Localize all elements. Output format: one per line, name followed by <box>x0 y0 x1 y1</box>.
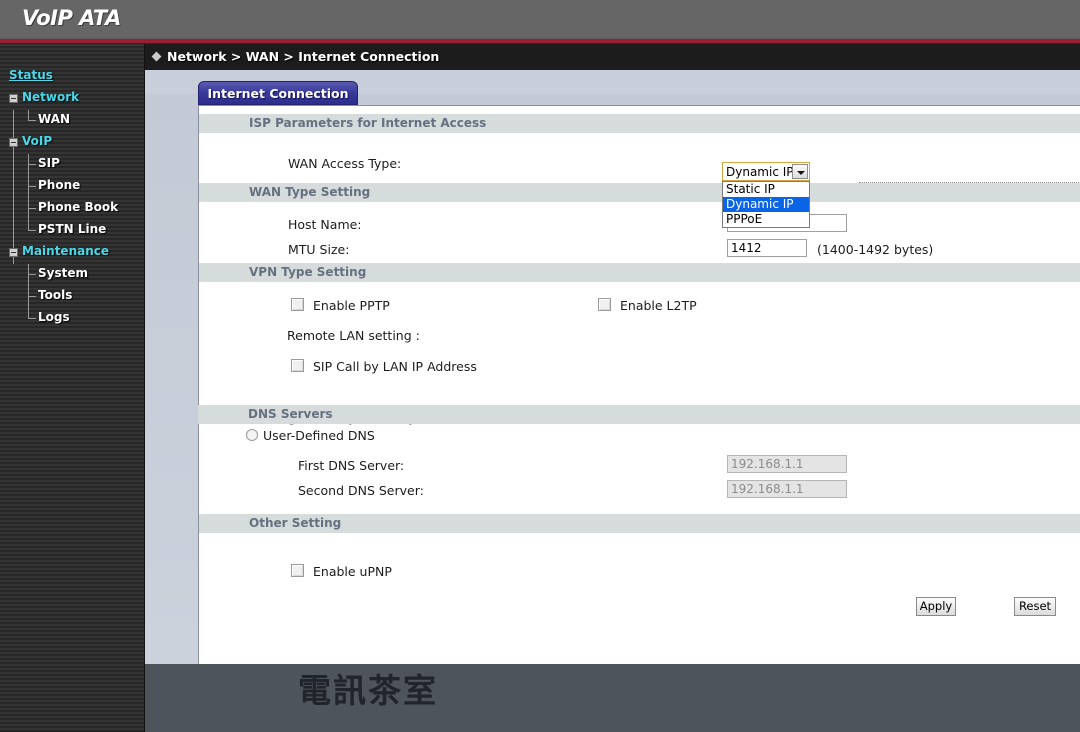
wan-access-type-value: Dynamic IP <box>726 165 794 179</box>
breadcrumb: Network > WAN > Internet Connection <box>167 49 440 64</box>
sidebar-item-network[interactable]: Network <box>0 88 145 110</box>
app-header: VoIP ATA <box>0 0 1080 38</box>
first-dns-server-label: First DNS Server: <box>298 458 405 473</box>
sidebar-item-voip[interactable]: VoIP <box>0 132 145 154</box>
tree-branch <box>28 120 36 121</box>
tree-branch <box>28 274 36 275</box>
tree-branch <box>28 208 36 209</box>
collapse-expander-icon[interactable] <box>9 94 18 103</box>
enable-l2tp-label: Enable L2TP <box>620 298 697 313</box>
section-header-vpn-type: VPN Type Setting <box>199 263 1080 282</box>
sidebar-item-tools[interactable]: Tools <box>0 286 145 308</box>
apply-button[interactable]: Apply <box>916 597 956 616</box>
tree-branch <box>28 264 29 286</box>
sidebar: Status Network WAN VoIP SIP Phone Phone … <box>0 44 145 732</box>
enable-pptp-checkbox[interactable] <box>291 298 304 311</box>
sidebar-item-label: Phone <box>38 178 81 192</box>
sip-call-by-lan-ip-label: SIP Call by LAN IP Address <box>313 359 477 374</box>
sidebar-item-status[interactable]: Status <box>0 66 145 88</box>
second-dns-server-input[interactable]: 192.168.1.1 <box>727 480 847 498</box>
diamond-icon <box>151 51 162 62</box>
tree-branch <box>28 286 29 308</box>
sidebar-item-system[interactable]: System <box>0 264 145 286</box>
sidebar-item-label: Maintenance <box>22 244 110 258</box>
sidebar-item-logs[interactable]: Logs <box>0 308 145 330</box>
tree-branch <box>28 154 29 176</box>
section-header-wan-type: WAN Type Setting <box>199 183 1080 202</box>
enable-upnp-label: Enable uPNP <box>313 564 392 579</box>
remote-lan-setting-label: Remote LAN setting : <box>287 328 420 343</box>
section-title: VPN Type Setting <box>249 265 367 279</box>
collapse-expander-icon[interactable] <box>9 248 18 257</box>
enable-l2tp-checkbox[interactable] <box>598 298 611 311</box>
sidebar-nav: Status Network WAN VoIP SIP Phone Phone … <box>0 66 145 330</box>
sidebar-item-label: VoIP <box>22 134 53 148</box>
option-pppoe[interactable]: PPPoE <box>723 212 809 227</box>
footer-divider <box>859 182 1080 183</box>
section-title-dns: DNS Servers <box>248 407 333 421</box>
section-header-other: Other Setting <box>199 514 1080 533</box>
tree-stem <box>13 220 14 242</box>
wan-access-type-select[interactable]: Dynamic IP <box>722 162 810 181</box>
tree-branch <box>28 296 36 297</box>
tree-branch <box>28 230 36 231</box>
second-dns-server-label: Second DNS Server: <box>298 483 424 498</box>
section-title: Other Setting <box>249 516 342 530</box>
user-defined-dns-radio[interactable] <box>246 429 258 441</box>
sidebar-item-maintenance[interactable]: Maintenance <box>0 242 145 264</box>
wan-access-type-options[interactable]: Static IP Dynamic IP PPPoE <box>722 181 810 228</box>
first-dns-server-input[interactable]: 192.168.1.1 <box>727 455 847 473</box>
section-title: WAN Type Setting <box>249 185 371 199</box>
sidebar-item-phone-book[interactable]: Phone Book <box>0 198 145 220</box>
tree-stem <box>13 154 14 176</box>
breadcrumb-bar: Network > WAN > Internet Connection <box>145 44 1080 70</box>
sidebar-item-label: Phone Book <box>38 200 119 214</box>
sidebar-item-phone[interactable]: Phone <box>0 176 145 198</box>
tree-branch <box>28 164 36 165</box>
tab-internet-connection[interactable]: Internet Connection <box>198 81 358 105</box>
tree-branch <box>28 198 29 220</box>
page-body: Internet Connection ISP Parameters for I… <box>145 70 1080 664</box>
host-name-label: Host Name: <box>288 217 362 232</box>
tree-stem <box>13 110 14 132</box>
enable-upnp-checkbox[interactable] <box>291 564 304 577</box>
user-defined-dns-label: User-Defined DNS <box>263 428 375 443</box>
mtu-size-input[interactable]: 1412 <box>727 239 807 257</box>
watermark-text: 電訊茶室 <box>298 671 438 710</box>
sidebar-item-label: Network <box>22 90 80 104</box>
sidebar-item-label: Logs <box>38 310 70 324</box>
app-title: VoIP ATA <box>22 6 121 30</box>
sidebar-item-label: Status <box>9 68 53 82</box>
wan-access-type-label: WAN Access Type: <box>288 156 402 171</box>
content-panel: ISP Parameters for Internet Access WAN A… <box>198 105 1080 664</box>
enable-pptp-label: Enable PPTP <box>313 298 390 313</box>
sidebar-item-pstn-line[interactable]: PSTN Line <box>0 220 145 242</box>
tree-branch <box>28 176 29 198</box>
sidebar-item-label: Tools <box>38 288 73 302</box>
sidebar-item-wan[interactable]: WAN <box>0 110 145 132</box>
tree-branch <box>28 186 36 187</box>
tree-branch <box>28 318 36 319</box>
tree-stem <box>13 198 14 220</box>
sidebar-item-label: PSTN Line <box>38 222 107 236</box>
reset-button[interactable]: Reset <box>1014 597 1056 616</box>
section-title: ISP Parameters for Internet Access <box>249 116 487 130</box>
sidebar-item-label: WAN <box>38 112 71 126</box>
mtu-size-hint: (1400-1492 bytes) <box>817 242 934 257</box>
collapse-expander-icon[interactable] <box>9 138 18 147</box>
mtu-size-label: MTU Size: <box>288 242 350 257</box>
sidebar-item-sip[interactable]: SIP <box>0 154 145 176</box>
option-dynamic-ip[interactable]: Dynamic IP <box>723 197 809 212</box>
option-static-ip[interactable]: Static IP <box>723 182 809 197</box>
tree-stem <box>13 176 14 198</box>
sidebar-item-label: SIP <box>38 156 60 170</box>
sip-call-by-lan-ip-checkbox[interactable] <box>291 359 304 372</box>
section-header-isp: ISP Parameters for Internet Access <box>199 114 1080 133</box>
chevron-down-icon[interactable] <box>792 164 808 179</box>
sidebar-item-label: System <box>38 266 88 280</box>
